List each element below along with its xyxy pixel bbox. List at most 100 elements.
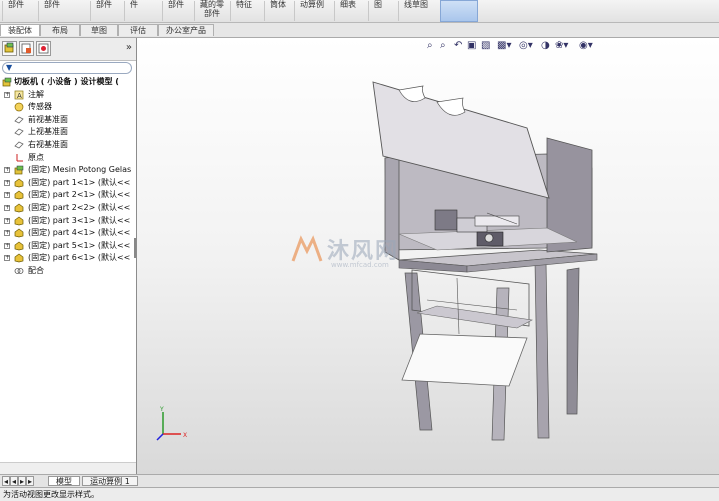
tree-item-label: 注解 <box>28 89 44 99</box>
ribbon-command-1[interactable]: 部件 <box>44 0 60 22</box>
expand-toggle-icon[interactable]: + <box>4 242 10 249</box>
plane-icon <box>14 127 24 137</box>
tree-item[interactable]: + (固定) part 5<1> (默认<< <box>0 240 134 252</box>
panel-splitter[interactable] <box>134 238 136 258</box>
tab-3[interactable]: 评估 <box>118 24 158 36</box>
expand-toggle-icon[interactable]: + <box>4 217 10 224</box>
ribbon-separator <box>124 1 125 21</box>
tree-item[interactable]: + (固定) part 1<1> (默认<< <box>0 177 134 189</box>
tree-item[interactable]: 配合 <box>0 265 134 277</box>
ribbon-command-4[interactable]: 部件 <box>168 0 184 22</box>
svg-text:Y: Y <box>159 406 164 413</box>
ribbon-command-6[interactable]: 特征 <box>236 0 252 22</box>
ribbon-separator <box>398 1 399 21</box>
tab-4[interactable]: 办公室产品 <box>158 24 214 36</box>
annotation-icon: A <box>14 90 24 100</box>
ribbon-command-11[interactable]: 线草图 <box>404 0 428 22</box>
tab-1[interactable]: 布局 <box>40 24 80 36</box>
assembly-icon <box>2 77 12 87</box>
tree-item[interactable]: + (固定) part 2<2> (默认<< <box>0 202 134 214</box>
part-icon <box>14 241 24 251</box>
subassembly-icon <box>14 165 24 175</box>
svg-text:X: X <box>183 432 187 439</box>
ribbon-command-10[interactable]: 图 <box>374 0 382 22</box>
ribbon-separator <box>162 1 163 21</box>
watermark-url: www.mfcad.com <box>331 261 389 269</box>
tree-item[interactable]: 右视基准面 <box>0 139 134 151</box>
tree-item-label: 配合 <box>28 266 44 275</box>
tree-item-label: 上视基准面 <box>28 127 68 137</box>
ribbon-separator <box>230 1 231 21</box>
tab-scroll-first-icon[interactable]: ◂ <box>10 476 18 486</box>
tree-item-label: (固定) part 1<1> (默认<< <box>28 177 131 187</box>
collapse-panel-icon[interactable]: » <box>126 42 132 53</box>
ribbon-separator <box>294 1 295 21</box>
ribbon-command-8[interactable]: 动算例 <box>300 0 324 22</box>
ribbon-separator <box>2 1 3 21</box>
ribbon-command-9[interactable]: 细表 <box>340 0 356 22</box>
ribbon-command-5[interactable]: 藏的零 部件 <box>200 0 224 22</box>
tab-scroll-last-icon[interactable]: ▸ <box>26 476 34 486</box>
tab-scroll-left-icon[interactable]: ◂ <box>2 476 10 486</box>
tree-item-label: (固定) part 6<1> (默认<< <box>28 253 131 263</box>
watermark-logo-icon <box>291 235 323 262</box>
expand-toggle-icon[interactable]: + <box>4 230 10 237</box>
ribbon-command-0[interactable]: 部件 <box>8 0 24 22</box>
tree-item-label: (固定) part 5<1> (默认<< <box>28 240 131 250</box>
expand-toggle-icon[interactable]: + <box>4 91 10 98</box>
part-icon <box>14 190 24 200</box>
tab-motion-study[interactable]: 运动算例 1 <box>82 476 138 486</box>
bottom-tabs: ◂ ◂ ▸ ▸ 模型 运动算例 1 <box>0 474 719 487</box>
ribbon-separator <box>334 1 335 21</box>
tree-item-label: 前视基准面 <box>28 114 68 124</box>
tab-0[interactable]: 装配体 <box>0 24 40 36</box>
tree-item-label: (固定) Mesin Potong Gelas <box>28 165 132 175</box>
expand-toggle-icon[interactable]: + <box>4 255 10 262</box>
expand-toggle-icon[interactable]: + <box>4 205 10 211</box>
tree-item-label: (固定) part 2<1> (默认<< <box>28 190 131 200</box>
feature-tree-tab-icon[interactable] <box>2 41 17 56</box>
plane-icon <box>14 115 24 125</box>
configuration-manager-tab-icon[interactable] <box>36 41 51 56</box>
command-ribbon: 部件 部件 部件件部件 藏的零 部件 特征 筒体 动算例 细表图线草图 <box>0 0 719 23</box>
expand-toggle-icon[interactable]: + <box>4 167 10 174</box>
tree-item[interactable]: + (固定) part 4<1> (默认<< <box>0 227 134 239</box>
plane-icon <box>14 140 24 150</box>
watermark: 沐风网 www.mfcad.com <box>285 231 445 275</box>
ribbon-separator <box>194 1 195 21</box>
tab-scroll-right-icon[interactable]: ▸ <box>18 476 26 486</box>
tree-item-label: 右视基准面 <box>28 140 68 149</box>
part-icon <box>14 178 24 188</box>
tree-item[interactable]: 上视基准面 <box>0 126 134 138</box>
tab-2[interactable]: 草图 <box>80 24 118 36</box>
tree-item[interactable]: + (固定) part 2<1> (默认<< <box>0 189 134 201</box>
ribbon-command-2[interactable]: 部件 <box>96 0 112 22</box>
tree-item[interactable]: + (固定) Mesin Potong Gelas <box>0 164 134 176</box>
tree-item[interactable]: + (固定) part 3<1> (默认<< <box>0 215 134 227</box>
tree-item[interactable]: 原点 <box>0 152 134 164</box>
tree-item[interactable]: 传感器 <box>0 101 134 113</box>
tree-item[interactable]: + A 注解 <box>0 89 134 101</box>
tree-item[interactable]: 切板机 ( 小设备 ) 设计模型 ( <box>0 76 134 88</box>
expand-toggle-icon[interactable]: + <box>4 192 10 199</box>
ribbon-command-3[interactable]: 件 <box>130 0 138 22</box>
tree-filter-input[interactable]: ▼ <box>2 62 132 74</box>
ribbon-active-command[interactable] <box>440 0 478 22</box>
part-icon <box>14 228 24 238</box>
graphics-viewport[interactable]: ⌕ ⌕ ↶ ▣ ▧ ▩▾ ◎▾ ◑ ❀▾ ◉▾ Y X 沐风网 www.mfca… <box>137 38 719 474</box>
tab-model[interactable]: 模型 <box>48 476 80 486</box>
origin-icon <box>14 153 24 163</box>
panel-toolbar: » <box>0 38 136 61</box>
ribbon-separator <box>90 1 91 21</box>
mates-icon <box>14 266 24 276</box>
tree-item-label: 原点 <box>28 152 44 162</box>
part-icon <box>14 253 24 263</box>
tree-item[interactable]: + (固定) part 6<1> (默认<< <box>0 252 134 264</box>
property-manager-tab-icon[interactable] <box>19 41 34 56</box>
panel-horizontal-scrollbar[interactable] <box>0 462 136 474</box>
tree-item[interactable]: 前视基准面 <box>0 114 134 126</box>
tree-item-label: (固定) part 2<2> (默认<< <box>28 203 131 212</box>
ribbon-command-7[interactable]: 筒体 <box>270 0 286 22</box>
filter-icon: ▼ <box>6 63 13 72</box>
expand-toggle-icon[interactable]: + <box>4 179 10 186</box>
